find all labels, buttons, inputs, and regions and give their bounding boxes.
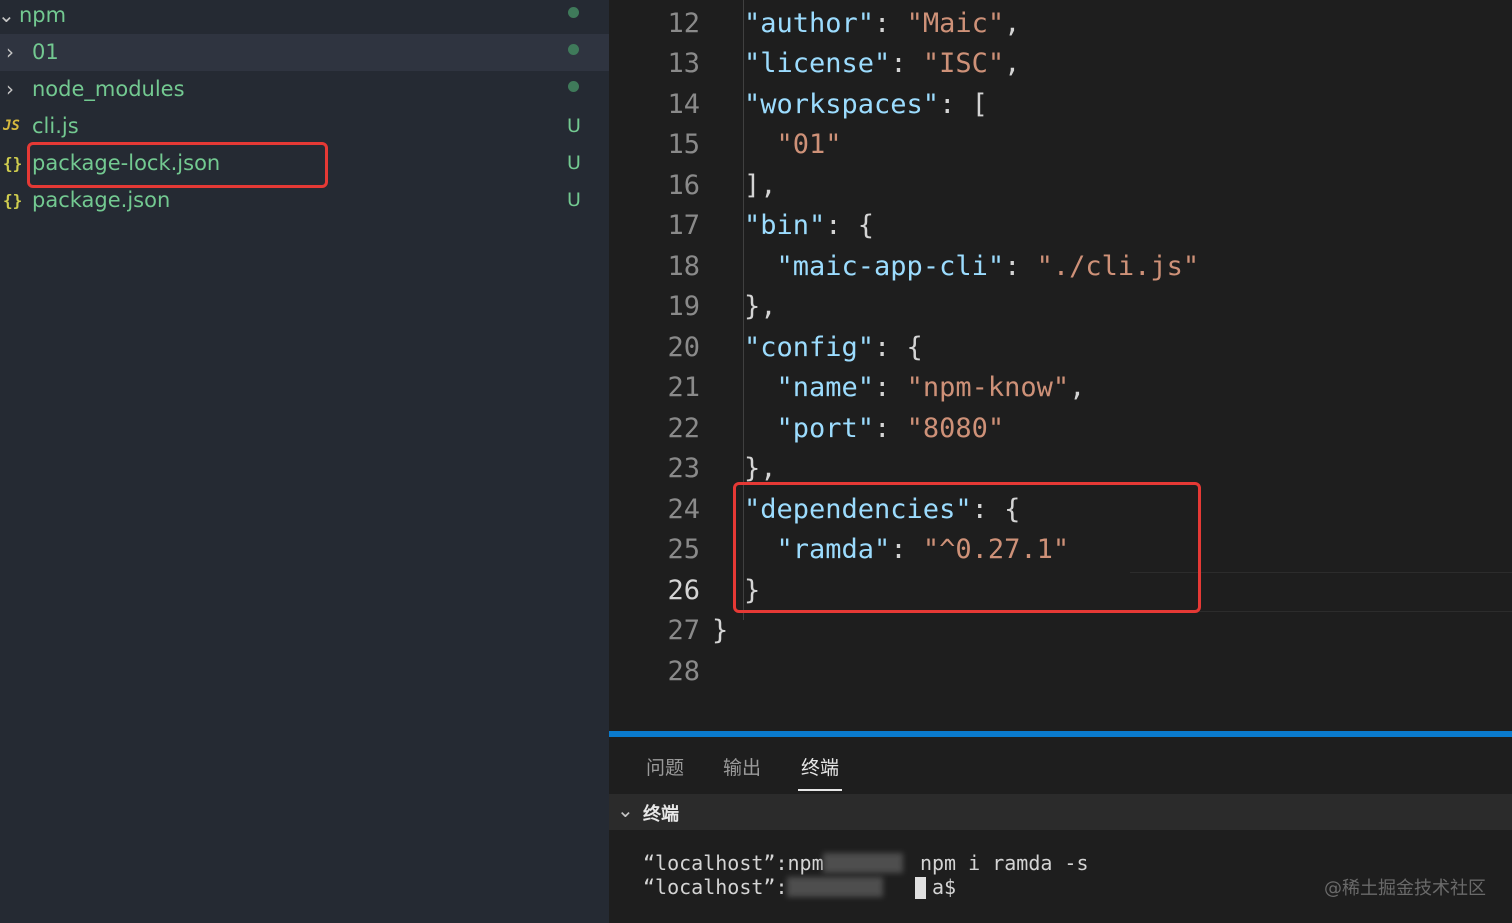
code-text: "port": "8080"	[776, 413, 1005, 444]
explorer-item-01[interactable]: › 01	[0, 34, 609, 71]
folder-label: 01	[32, 40, 59, 64]
json-file-icon: {}	[3, 191, 23, 210]
annotation-highlight-box	[27, 142, 328, 188]
javascript-file-icon: JS	[3, 118, 20, 134]
untracked-status-badge: U	[567, 115, 581, 137]
line-number: 18	[667, 251, 700, 282]
file-label: cli.js	[32, 114, 79, 138]
code-line: 27 }	[609, 611, 1512, 651]
code-text: "01"	[776, 129, 842, 160]
bottom-panel: 问题 输出 终端 ⌄ 终端 “localhost”:npm npm i ramd…	[609, 737, 1512, 923]
annotation-highlight-box	[733, 482, 1201, 613]
explorer-sidebar: ⌄ npm › 01 › node_modules JS cli.js U {}…	[0, 0, 609, 923]
explorer-item-cli-js[interactable]: JS cli.js U	[0, 108, 609, 145]
line-number: 22	[667, 413, 700, 444]
code-editor[interactable]: 12 "author": "Maic", 13 "license": "ISC"…	[609, 0, 1512, 731]
folder-label: node_modules	[32, 77, 185, 101]
line-number: 14	[667, 89, 700, 120]
code-text: "name": "npm-know",	[776, 372, 1086, 403]
line-number: 15	[667, 129, 700, 160]
untracked-status-badge: U	[567, 152, 581, 174]
code-line: 18 "maic-app-cli": "./cli.js"	[609, 247, 1512, 287]
code-line: 15 "01"	[609, 125, 1512, 165]
line-number: 20	[667, 332, 700, 363]
chevron-down-icon: ⌄	[0, 3, 15, 27]
code-line: 21 "name": "npm-know",	[609, 368, 1512, 408]
line-number: 28	[667, 656, 700, 687]
watermark: @稀土掘金技术社区	[1324, 878, 1486, 899]
code-line: 12 "author": "Maic",	[609, 4, 1512, 44]
tab-output[interactable]: 输出	[723, 753, 761, 780]
chevron-down-icon: ⌄	[617, 798, 634, 822]
terminal-title: 终端	[643, 804, 679, 825]
code-line: 28	[609, 652, 1512, 692]
terminal-cursor	[915, 877, 926, 899]
line-number: 25	[667, 534, 700, 565]
line-number: 21	[667, 372, 700, 403]
code-line: 20 "config": {	[609, 328, 1512, 368]
code-line: 19 },	[609, 287, 1512, 327]
chevron-right-icon: ›	[6, 77, 14, 101]
code-line: 22 "port": "8080"	[609, 409, 1512, 449]
code-text: "config": {	[744, 332, 923, 363]
code-text: "maic-app-cli": "./cli.js"	[776, 251, 1200, 282]
code-line: 13 "license": "ISC",	[609, 44, 1512, 84]
code-line: 16 ],	[609, 166, 1512, 206]
terminal-section-header[interactable]: ⌄ 终端	[609, 794, 1512, 830]
explorer-item-node-modules[interactable]: › node_modules	[0, 71, 609, 108]
line-number: 16	[667, 170, 700, 201]
line-number: 19	[667, 291, 700, 322]
line-number: 27	[667, 615, 700, 646]
redacted-text	[823, 853, 903, 873]
modified-dot-icon	[568, 44, 579, 55]
code-text: },	[744, 291, 777, 322]
active-tab-indicator	[798, 789, 842, 791]
tab-problems[interactable]: 问题	[646, 753, 684, 780]
untracked-status-badge: U	[567, 189, 581, 211]
code-text: "bin": {	[744, 210, 875, 241]
line-number: 12	[667, 8, 700, 39]
json-file-icon: {}	[3, 154, 23, 173]
line-number: 13	[667, 48, 700, 79]
code-line: 14 "workspaces": [	[609, 85, 1512, 125]
code-text: "author": "Maic",	[744, 8, 1021, 39]
line-number: 23	[667, 453, 700, 484]
modified-dot-icon	[568, 81, 579, 92]
line-number: 17	[667, 210, 700, 241]
explorer-root-folder[interactable]: ⌄ npm	[0, 0, 609, 34]
redacted-text	[787, 877, 883, 897]
folder-label: npm	[19, 3, 67, 27]
line-number: 24	[667, 494, 700, 525]
tab-terminal[interactable]: 终端	[801, 753, 839, 780]
code-text: ],	[744, 170, 777, 201]
chevron-right-icon: ›	[6, 40, 14, 64]
code-line: 17 "bin": {	[609, 206, 1512, 246]
modified-dot-icon	[568, 7, 579, 18]
code-text: "workspaces": [	[744, 89, 988, 120]
code-text: }	[712, 615, 729, 646]
line-number: 26	[667, 575, 700, 606]
code-text: "license": "ISC",	[744, 48, 1021, 79]
